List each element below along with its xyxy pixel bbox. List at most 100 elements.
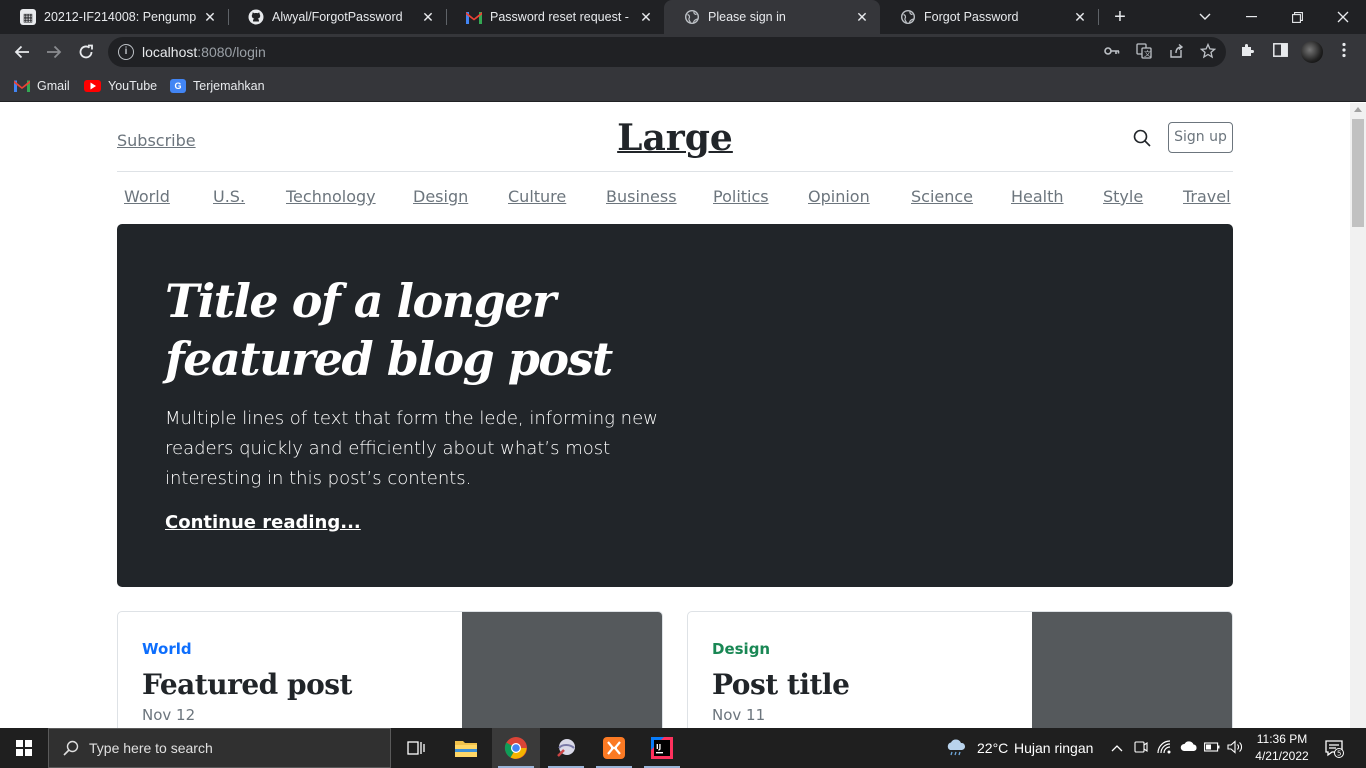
forward-button[interactable] (40, 38, 68, 66)
tab-title: Alwyal/ForgotPassword (272, 10, 403, 24)
nav-technology[interactable]: Technology (286, 187, 376, 206)
tab-search-icon[interactable] (1182, 0, 1228, 34)
post-title: Post title (712, 668, 850, 701)
tab-forgot-password[interactable]: Forgot Password ✕ (880, 0, 1098, 34)
github-icon (248, 9, 264, 25)
tab-title: Password reset request - ham... (490, 10, 632, 24)
tab-moodle[interactable]: ▦ 20212-IF214008: Pengumpul... ✕ (0, 0, 228, 34)
windows-taskbar: Type here to search IJ 22°C Hujan ringan… (0, 728, 1366, 768)
close-icon[interactable]: ✕ (1072, 9, 1088, 26)
scrollbar-thumb[interactable] (1352, 119, 1364, 227)
system-clock[interactable]: 11:36 PM 4/21/2022 (1250, 731, 1314, 765)
volume-icon[interactable] (1227, 740, 1243, 756)
weather-description[interactable]: Hujan ringan (1014, 740, 1093, 756)
featured-hero: Title of a longer featured blog post Mul… (117, 224, 1233, 587)
nav-opinion[interactable]: Opinion (808, 187, 870, 206)
bookmark-gmail[interactable]: Gmail (14, 76, 70, 96)
clock-time: 11:36 PM (1256, 732, 1308, 746)
close-icon[interactable]: ✕ (638, 9, 654, 26)
file-explorer-button[interactable] (442, 728, 490, 768)
nav-politics[interactable]: Politics (713, 187, 769, 206)
notification-center-icon[interactable]: 5 (1324, 738, 1344, 758)
nav-style[interactable]: Style (1103, 187, 1143, 206)
translate-icon[interactable]: 文 (1135, 43, 1153, 61)
bookmark-star-icon[interactable] (1199, 42, 1217, 61)
intellij-button[interactable]: IJ (638, 728, 686, 768)
tab-gmail[interactable]: Password reset request - ham... ✕ (446, 0, 664, 34)
blog-header: Subscribe Large Sign up (117, 103, 1233, 172)
tab-please-sign-in[interactable]: Please sign in ✕ (664, 0, 880, 34)
nav-business[interactable]: Business (606, 187, 677, 206)
key-icon[interactable] (1103, 43, 1121, 61)
tab-github[interactable]: Alwyal/ForgotPassword ✕ (228, 0, 446, 34)
sign-up-button[interactable]: Sign up (1168, 122, 1233, 153)
bookmark-terjemahkan[interactable]: G Terjemahkan (170, 76, 265, 96)
onedrive-icon[interactable] (1180, 740, 1197, 756)
minimize-button[interactable] (1228, 0, 1274, 34)
task-view-button[interactable] (392, 728, 440, 768)
chevron-up-icon[interactable] (1109, 740, 1125, 756)
site-info-icon[interactable]: i (118, 44, 134, 60)
post-card: Design Post title Nov 11 (687, 611, 1233, 728)
weather-cloud-icon[interactable] (945, 738, 967, 758)
post-date: Nov 12 (142, 706, 196, 724)
tab-strip: ▦ 20212-IF214008: Pengumpul... ✕ Alwyal/… (0, 0, 1366, 34)
search-icon[interactable] (1133, 129, 1151, 147)
close-icon[interactable]: ✕ (420, 9, 436, 26)
restore-button[interactable] (1274, 0, 1320, 34)
post-category: Design (712, 640, 771, 658)
close-icon[interactable]: ✕ (202, 9, 218, 26)
app-button[interactable] (542, 728, 590, 768)
battery-icon[interactable] (1204, 740, 1220, 756)
tab-title: Forgot Password (924, 10, 1019, 24)
new-tab-button[interactable]: + (1108, 4, 1132, 30)
address-bar[interactable]: i localhost:8080/login 文 (108, 37, 1226, 67)
post-date: Nov 11 (712, 706, 766, 724)
browser-toolbar: i localhost:8080/login 文 (0, 34, 1366, 70)
page-scrollbar[interactable] (1350, 103, 1366, 728)
taskbar-search[interactable]: Type here to search (48, 728, 391, 768)
gmail-icon (14, 79, 30, 93)
bookmark-label: YouTube (108, 79, 158, 93)
nav-science[interactable]: Science (911, 187, 973, 206)
nav-health[interactable]: Health (1011, 187, 1064, 206)
reload-button[interactable] (72, 38, 100, 66)
back-button[interactable] (8, 38, 36, 66)
post-category: World (142, 640, 192, 658)
nav-travel[interactable]: Travel (1183, 187, 1231, 206)
nav-world[interactable]: World (124, 187, 170, 206)
extensions-icon[interactable] (1238, 42, 1258, 62)
share-icon[interactable] (1167, 43, 1185, 61)
hero-title: Title of a longer featured blog post (165, 274, 613, 386)
start-button[interactable] (0, 728, 48, 768)
nav-culture[interactable]: Culture (508, 187, 566, 206)
svg-text:IJ: IJ (656, 743, 661, 751)
close-icon[interactable]: ✕ (854, 9, 870, 26)
folder-icon (455, 741, 477, 757)
side-panel-icon[interactable] (1270, 42, 1290, 62)
weather-temperature[interactable]: 22°C (977, 740, 1008, 756)
more-menu-icon[interactable] (1334, 42, 1354, 62)
nav-us[interactable]: U.S. (213, 187, 245, 206)
chrome-button[interactable] (492, 728, 540, 768)
profile-avatar[interactable] (1301, 41, 1323, 63)
bookmark-youtube[interactable]: YouTube (84, 76, 157, 96)
windows-icon (16, 740, 32, 756)
close-window-button[interactable] (1320, 0, 1366, 34)
search-icon (63, 740, 79, 756)
globe-icon (684, 9, 700, 25)
wifi-icon[interactable] (1157, 740, 1173, 756)
meet-now-icon[interactable] (1133, 740, 1149, 756)
bookmark-label: Gmail (37, 79, 70, 93)
nav-design[interactable]: Design (413, 187, 468, 206)
post-thumbnail (462, 612, 662, 728)
url-text[interactable]: localhost:8080/login (142, 44, 266, 60)
brand-link[interactable]: Large (617, 117, 733, 159)
tab-separator (1098, 9, 1099, 25)
scroll-up-icon[interactable] (1354, 107, 1362, 112)
xampp-button[interactable] (590, 728, 638, 768)
continue-reading-link[interactable]: Continue reading... (165, 512, 361, 533)
svg-text:文: 文 (1144, 49, 1151, 58)
category-nav: World U.S. Technology Design Culture Bus… (117, 173, 1233, 223)
bookmark-label: Terjemahkan (193, 79, 265, 93)
